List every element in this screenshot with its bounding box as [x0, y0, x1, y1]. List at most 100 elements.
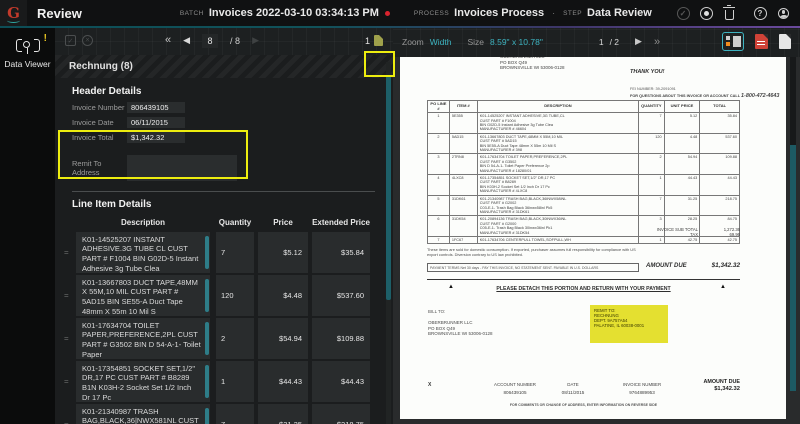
field-label: Invoice Total [72, 133, 114, 142]
line-item-quantity[interactable]: 7 [216, 403, 254, 424]
delete-button[interactable] [722, 4, 736, 20]
line-item-description[interactable]: K01-13667803 DUCT TAPE,48MM X 55M,10 MIL… [76, 274, 210, 316]
line-item-extended-price[interactable]: $35.84 [312, 231, 370, 273]
table-row[interactable]: = K01-13667803 DUCT TAPE,48MM X 55M,10 MI… [64, 274, 393, 316]
line-item-extended-price[interactable]: $109.88 [312, 317, 370, 359]
document-pager: « ◀ 8 / 8 ▶ [165, 33, 259, 48]
invoice-number-field[interactable]: 806439105 [127, 102, 185, 113]
viewer-scrollbar[interactable] [790, 57, 796, 391]
line-item-price[interactable]: $31.25 [258, 403, 308, 424]
remit-to-address-field[interactable] [127, 155, 237, 181]
app-window: G Review BATCH Invoices 2022-03-10 03:34… [0, 0, 800, 424]
previous-document-button[interactable]: ◀ [183, 36, 190, 45]
drag-handle-icon[interactable]: = [64, 232, 76, 273]
document-section-header[interactable]: Rechnung (8) [55, 55, 393, 78]
top-bar-actions: ✓ ? [676, 4, 800, 20]
line-item-extended-price[interactable]: $44.43 [312, 360, 370, 402]
field-row-invoice-total: Invoice Total $1,342.32 [72, 132, 393, 143]
drag-handle-icon[interactable]: = [64, 318, 76, 359]
data-panel-scrollbar-thumb[interactable] [386, 75, 391, 300]
stub-x-mark: X [428, 382, 432, 388]
zoom-mode-button[interactable]: Width [430, 37, 452, 47]
invoice-table-row: 3 2TRN8 K01-17634704 TOILET PAPER,PREFEREN… [427, 153, 740, 176]
reject-document-button[interactable]: × [82, 35, 93, 46]
viewer-scrollbar-thumb[interactable] [790, 145, 796, 391]
invoice-disclaimer: These items are sold for domestic consum… [427, 247, 636, 257]
invoice-table-row: 4 4LXC8 K01-17354851 SOCKET SET,1/2" DR,17… [427, 174, 740, 196]
line-item-price[interactable]: $5.12 [258, 231, 308, 273]
text-view-icon[interactable] [779, 34, 791, 49]
first-document-button[interactable]: « [165, 35, 171, 46]
invoice-sender-address: OBERBRUNNER LLC PO BOX Q49 BROWNSVILLE W… [500, 57, 565, 71]
table-row[interactable]: = K01-17634704 TOILET PAPER,PREFERENCE,2P… [64, 317, 393, 359]
data-panel-scrollbar[interactable] [386, 62, 391, 424]
complete-batch-button[interactable]: ✓ [676, 6, 690, 20]
bill-to-address: OBERBRUNNER LLC PO BOX Q49 BROWNSVILLE W… [428, 320, 493, 337]
next-document-button[interactable]: ▶ [252, 36, 259, 45]
app-logo[interactable]: G [0, 0, 27, 26]
table-row[interactable]: =K01-21340987 TRASH BAG,BLACK,36|NWX581N… [64, 403, 393, 424]
document-index-field[interactable]: 8 [202, 33, 219, 48]
invoice-date-field[interactable]: 06/11/2015 [127, 117, 185, 128]
page-count-indicator: 1 [365, 35, 383, 46]
invoice-payment-terms: PAYMENT TERMS Net 30 days - PAY THIS INV… [427, 263, 639, 272]
drag-handle-icon[interactable]: = [64, 404, 76, 424]
invoice-total-field[interactable]: $1,342.32 [127, 132, 185, 143]
x-circle-icon: × [85, 37, 90, 44]
detach-divider [427, 279, 740, 280]
size-value: 8.59" x 10.78" [490, 36, 543, 47]
section-divider [72, 191, 375, 192]
line-item-description[interactable]: K01-14525207 INSTANT ADHESIVE.3G TUBE CL… [76, 231, 210, 273]
drag-handle-icon[interactable]: = [64, 361, 76, 402]
page-count-number: 1 [364, 35, 370, 46]
help-button[interactable]: ? [753, 6, 767, 20]
field-label: Remit To Address [72, 159, 102, 177]
drag-handle-icon[interactable]: = [64, 275, 76, 316]
field-highlight-pill [205, 364, 209, 398]
line-item-extended-price[interactable]: $218.75 [312, 403, 370, 424]
layout-toggle-button[interactable] [722, 32, 744, 51]
line-item-quantity[interactable]: 120 [216, 274, 254, 316]
field-row-invoice-number: Invoice Number 806439105 [72, 102, 393, 113]
line-item-description[interactable]: K01-21340987 TRASH BAG,BLACK,36|NWX581NL… [76, 403, 210, 424]
pdf-export-icon[interactable] [755, 34, 768, 49]
line-item-quantity[interactable]: 1 [216, 360, 254, 402]
sidebar-item-data-viewer[interactable]: ! Data Viewer [0, 33, 55, 74]
trash-icon [723, 4, 735, 20]
invoice-line-table: PO LINE # ITEM # DESCRIPTION QUANTITY UN… [427, 99, 740, 245]
data-panel: ✓ × « ◀ 8 / 8 ▶ 1 Rechnung (8) Header De… [55, 26, 393, 424]
process-info: PROCESS Invoices Process [414, 7, 544, 19]
data-panel-body: Header Details Invoice Number 806439105 … [55, 78, 393, 424]
document-page-icon[interactable] [374, 35, 383, 46]
line-item-price[interactable]: $44.43 [258, 360, 308, 402]
line-item-quantity[interactable]: 7 [216, 231, 254, 273]
user-icon [777, 7, 789, 19]
line-item-description[interactable]: K01-17634704 TOILET PAPER,PREFERENCE,2PL… [76, 317, 210, 359]
approve-document-button[interactable]: ✓ [65, 35, 76, 46]
table-row[interactable]: = K01-17354851 SOCKET SET,1/2" DR,17 PC C… [64, 360, 393, 402]
batch-status-dot [384, 10, 390, 16]
remit-to-highlight: REMIT TO: RECHNUNG DEPT. 9A757A54 PALATI… [590, 305, 668, 343]
field-label: Invoice Number [72, 103, 125, 112]
invoice-thank-you: THANK YOU! [630, 69, 665, 75]
check-circle-icon: ✓ [676, 6, 690, 20]
column-header-extended-price: Extended Price [312, 218, 370, 227]
viewer-last-page-button[interactable]: » [654, 36, 660, 48]
viewer-page-current[interactable]: 1 [599, 37, 604, 47]
account-button[interactable] [776, 6, 790, 20]
viewer-next-page-button[interactable]: ▶ [635, 36, 642, 47]
column-header-description: Description [120, 218, 165, 228]
invoice-page-image[interactable]: OBERBRUNNER LLC PO BOX Q49 BROWNSVILLE W… [400, 57, 786, 419]
field-highlight-pill [205, 235, 209, 269]
line-item-description[interactable]: K01-17354851 SOCKET SET,1/2" DR,17 PC CU… [76, 360, 210, 402]
invoice-fei-number: FEI NUMBER: 39-2091091 [630, 87, 676, 91]
line-item-extended-price[interactable]: $537.60 [312, 274, 370, 316]
line-item-price[interactable]: $4.48 [258, 274, 308, 316]
line-item-price[interactable]: $54.94 [258, 317, 308, 359]
table-row[interactable]: = K01-14525207 INSTANT ADHESIVE.3G TUBE C… [64, 231, 393, 273]
alert-badge: ! [43, 33, 47, 44]
field-label: Invoice Date [72, 118, 114, 127]
record-button[interactable] [699, 6, 713, 20]
viewer-page-of: / 2 [609, 36, 620, 47]
line-item-quantity[interactable]: 2 [216, 317, 254, 359]
